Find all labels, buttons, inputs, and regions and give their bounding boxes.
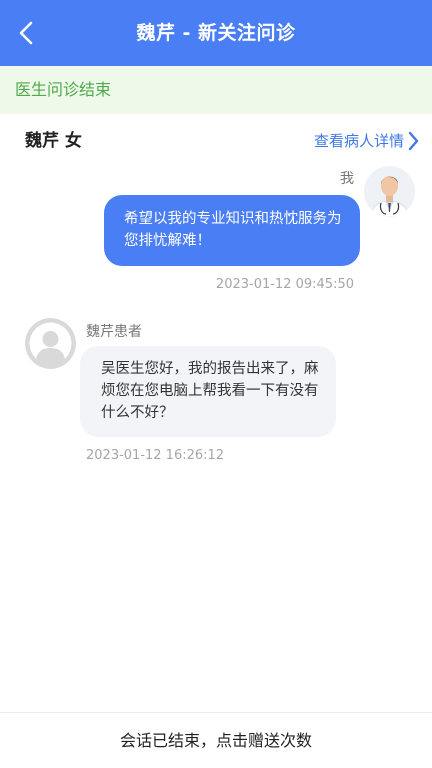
- default-person-icon[interactable]: [25, 318, 76, 369]
- message-bubble-sent: 希望以我的专业知识和热忱服务为您排忧解难！: [104, 195, 360, 266]
- status-text: 医生问诊结束: [15, 80, 112, 99]
- message-timestamp: 2023-01-12 09:45:50: [215, 277, 354, 292]
- sender-label-patient: 魏芹患者: [86, 324, 142, 340]
- doctor-avatar[interactable]: [364, 166, 415, 217]
- message-timestamp: 2023-01-12 16:26:12: [86, 448, 225, 463]
- page-title: 魏芹 - 新关注问诊: [136, 22, 296, 44]
- header-bar: 魏芹 - 新关注问诊: [0, 0, 432, 66]
- consultation-status-banner: 医生问诊结束: [0, 66, 432, 114]
- patient-name: 魏芹 女: [25, 131, 82, 151]
- chat-screen: 魏芹 - 新关注问诊 医生问诊结束 魏芹 女 查看病人详情 我 希望以我的专业知…: [0, 0, 432, 768]
- gift-consultations-button[interactable]: 会话已结束，点击赠送次数: [0, 713, 432, 768]
- message-bubble-received: 吴医生您好，我的报告出来了，麻烦您在您电脑上帮我看一下有没有什么不好？: [80, 346, 336, 437]
- view-patient-details-link[interactable]: 查看病人详情: [314, 128, 404, 154]
- sender-label-me: 我: [340, 171, 354, 187]
- footer-bar: 会话已结束，点击赠送次数: [0, 712, 432, 768]
- chevron-right-icon[interactable]: [408, 131, 419, 151]
